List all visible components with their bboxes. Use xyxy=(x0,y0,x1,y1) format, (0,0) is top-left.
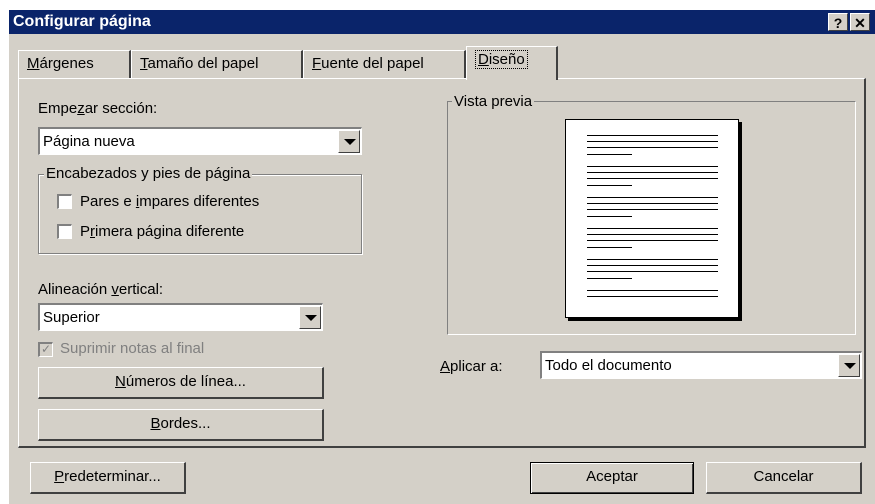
chevron-down-icon[interactable] xyxy=(299,306,321,329)
vertical-alignment-label: Alineación vertical: xyxy=(38,281,164,298)
apply-to-value: Todo el documento xyxy=(545,357,672,374)
set-default-button[interactable]: Predeterminar... xyxy=(30,462,186,494)
odd-even-label: Pares e impares diferentes xyxy=(80,193,260,210)
section-start-label: Empezar sección: xyxy=(38,100,158,117)
chevron-down-icon[interactable] xyxy=(338,130,360,153)
vertical-alignment-select[interactable]: Superior xyxy=(38,303,323,331)
suppress-endnotes-label: Suprimir notas al final xyxy=(60,340,205,357)
borders-button[interactable]: Bordes... xyxy=(38,409,324,441)
first-page-label: Primera página diferente xyxy=(80,223,245,240)
vertical-alignment-value: Superior xyxy=(43,309,100,326)
apply-to-select[interactable]: Todo el documento xyxy=(540,351,862,379)
line-numbers-button[interactable]: Números de línea... xyxy=(38,367,324,399)
headers-footers-legend: Encabezados y pies de página xyxy=(44,165,253,182)
section-start-select[interactable]: Página nueva xyxy=(38,127,362,155)
first-page-checkbox[interactable] xyxy=(57,224,72,239)
chevron-down-icon[interactable] xyxy=(838,354,860,377)
ok-button[interactable]: Aceptar xyxy=(530,462,694,494)
odd-even-checkbox[interactable] xyxy=(57,194,72,209)
preview-legend: Vista previa xyxy=(452,93,535,110)
suppress-endnotes-checkbox[interactable]: ✓ xyxy=(38,342,53,357)
preview-page-icon xyxy=(565,119,739,318)
cancel-button[interactable]: Cancelar xyxy=(706,462,862,494)
apply-to-label: Aplicar a: xyxy=(440,358,503,375)
headers-footers-group xyxy=(38,174,362,254)
section-start-value: Página nueva xyxy=(43,133,135,150)
